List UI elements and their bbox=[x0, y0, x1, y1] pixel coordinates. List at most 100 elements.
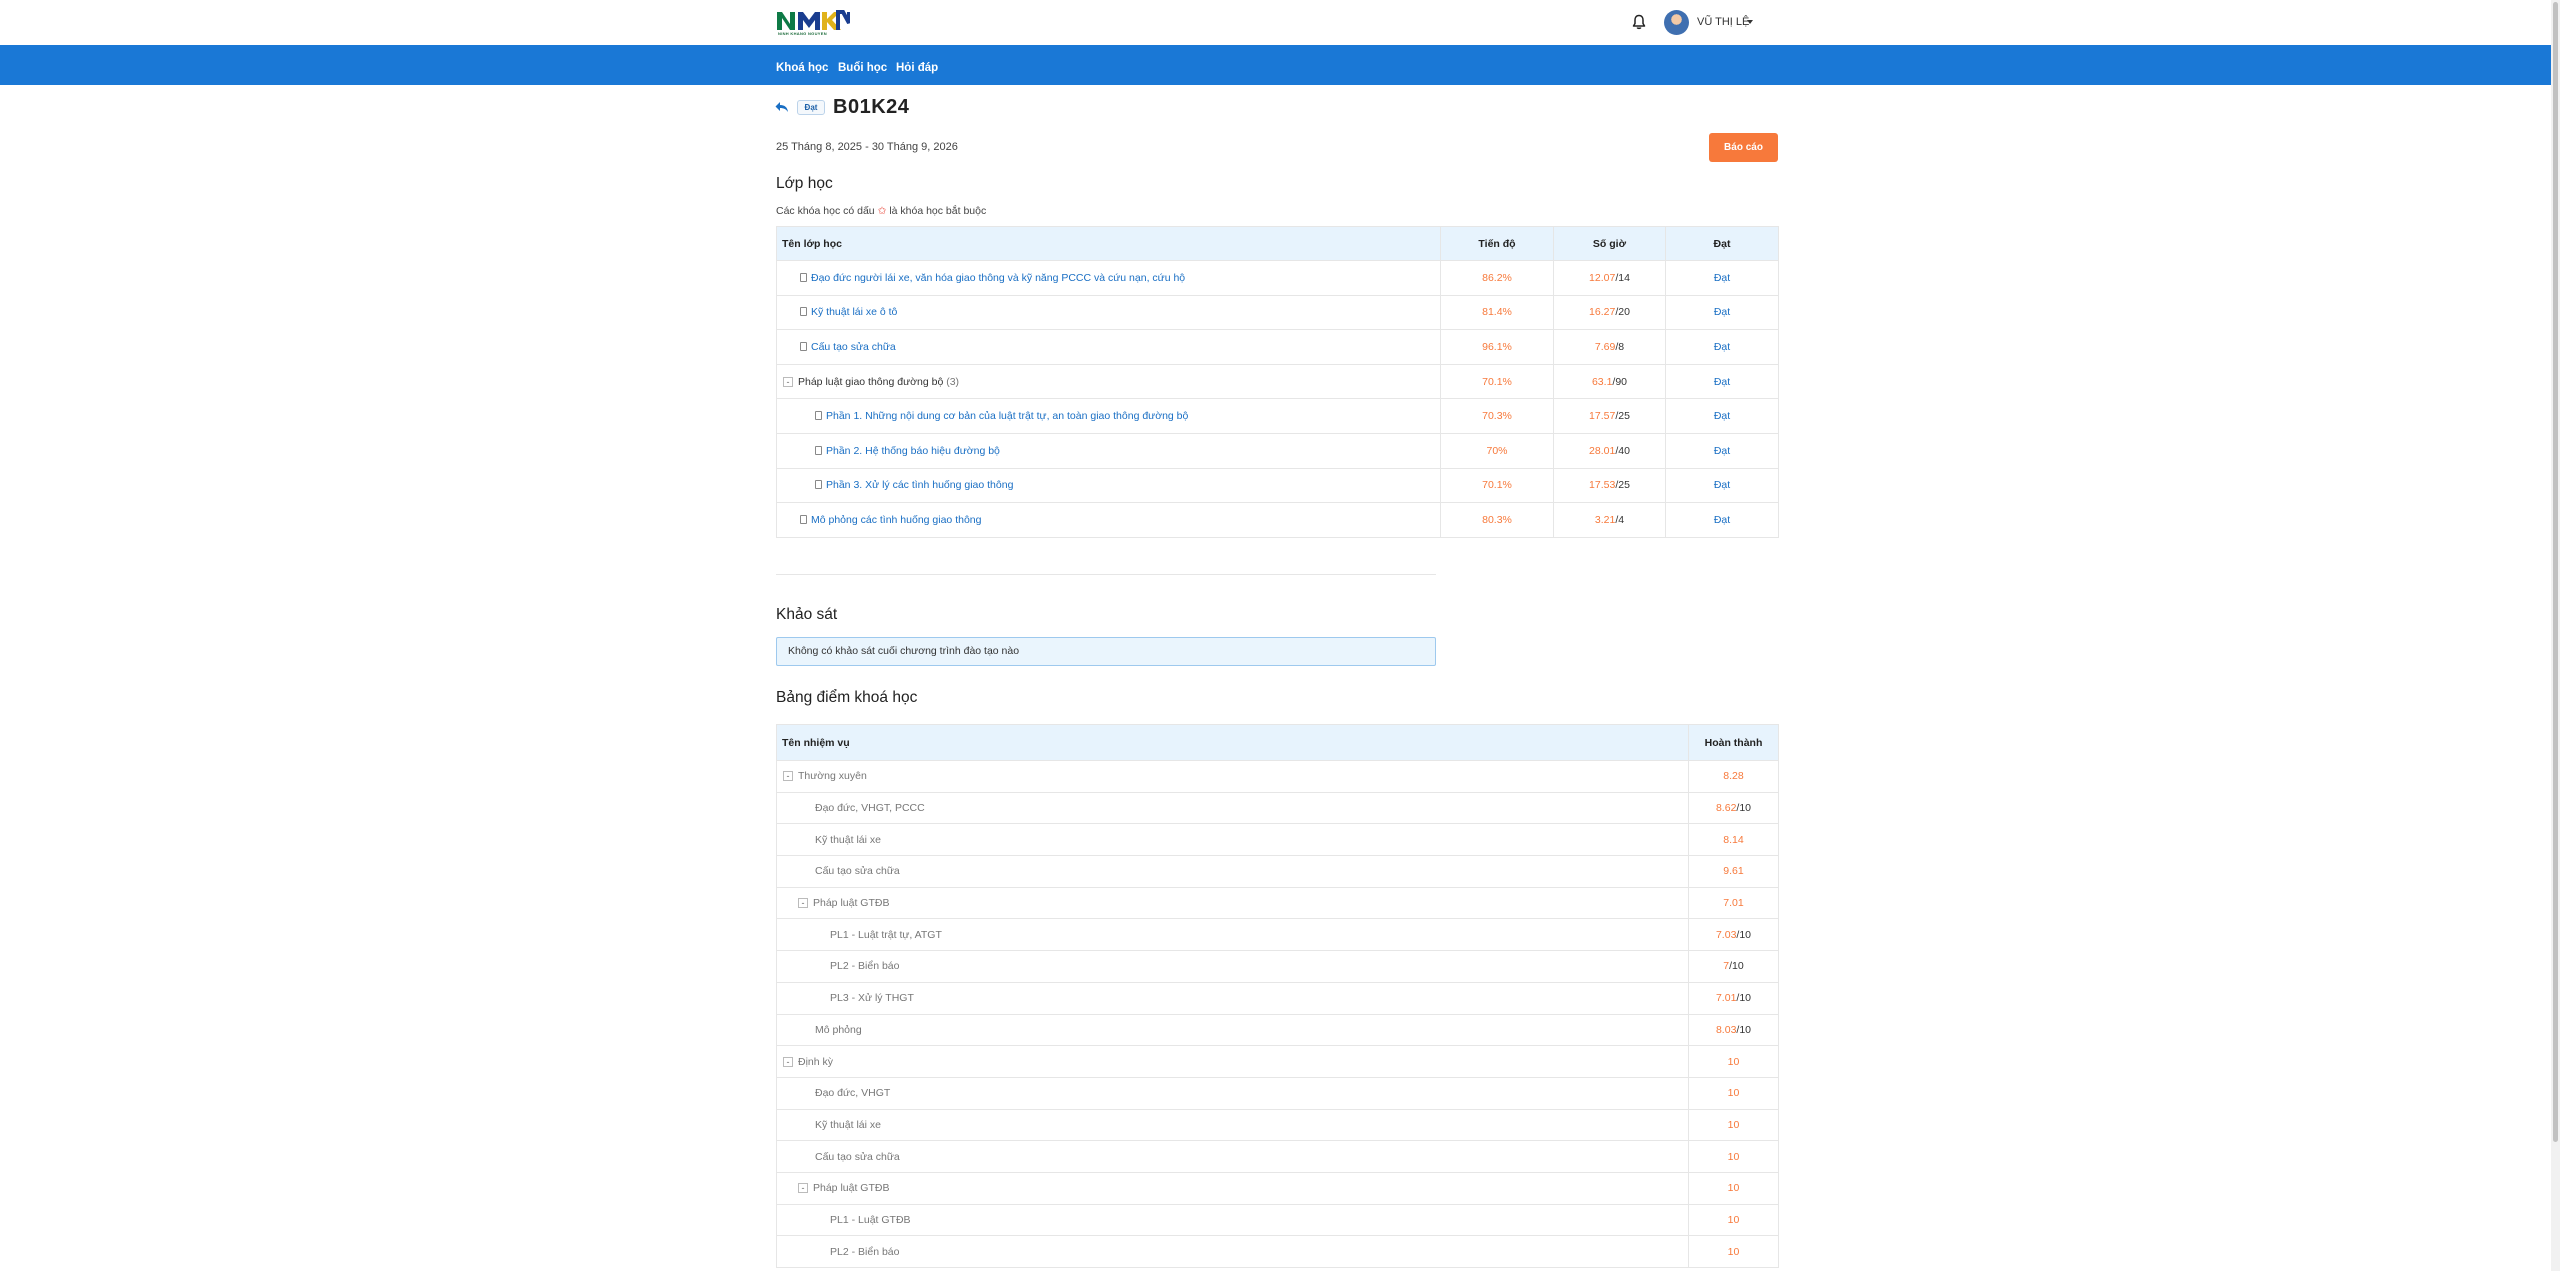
document-icon bbox=[815, 445, 822, 455]
score-total: /10 bbox=[1736, 802, 1752, 815]
document-icon bbox=[800, 272, 807, 282]
table-row: Phần 3. Xử lý các tình huống giao thông … bbox=[776, 467, 1779, 504]
hours-done: 3.21 bbox=[1594, 513, 1616, 526]
table-row: Đạo đức, VHGT 10 bbox=[776, 1076, 1779, 1110]
top-bar bbox=[0, 0, 2560, 45]
result-value: Đạt bbox=[1665, 363, 1779, 400]
progress-value: 70.1% bbox=[1440, 363, 1554, 400]
table-row: PL3 - Xử lý THGT 7.01/10 bbox=[776, 981, 1779, 1015]
hours-total: /25 bbox=[1615, 410, 1630, 423]
progress-value: 80.3% bbox=[1440, 502, 1554, 538]
progress-value: 96.1% bbox=[1440, 329, 1554, 365]
hours-total: /20 bbox=[1615, 306, 1630, 319]
task-name: Đạo đức, VHGT bbox=[815, 1087, 891, 1100]
result-value: Đạt bbox=[1665, 329, 1779, 365]
class-link[interactable]: Mô phỏng các tình huống giao thông bbox=[811, 514, 981, 526]
table-row-group: - Pháp luật giao thông đường bộ (3) 70.1%… bbox=[776, 363, 1779, 400]
task-name: Định kỳ bbox=[798, 1055, 834, 1068]
table-row: Kỹ thuật lái xe 8.14 bbox=[776, 823, 1779, 857]
task-name: Cấu tạo sửa chữa bbox=[815, 865, 900, 878]
table-row-group: - Pháp luật GTĐB 10 bbox=[776, 1171, 1779, 1205]
result-value: Đạt bbox=[1665, 260, 1779, 296]
bell-icon[interactable] bbox=[1630, 13, 1648, 31]
collapse-toggle-icon[interactable]: - bbox=[798, 1183, 808, 1194]
table-row: PL2 - Biển báo 7/10 bbox=[776, 950, 1779, 983]
hours-total: /90 bbox=[1612, 375, 1628, 388]
table-row-group: - Pháp luật GTĐB 7.01 bbox=[776, 886, 1779, 920]
scrollbar-thumb[interactable] bbox=[2553, 2, 2558, 1142]
score-value: 10 bbox=[1727, 1055, 1740, 1068]
task-name: Thường xuyên bbox=[798, 770, 867, 783]
score-value: 10 bbox=[1727, 1245, 1740, 1258]
document-icon bbox=[815, 480, 822, 490]
collapse-toggle-icon[interactable]: - bbox=[783, 1056, 793, 1067]
column-header-task-name: Tên nhiệm vụ bbox=[776, 724, 1689, 761]
column-header-progress: Tiến độ bbox=[1440, 226, 1554, 261]
column-header-class-name: Tên lớp học bbox=[776, 226, 1441, 261]
hours-done: 17.57 bbox=[1589, 410, 1616, 423]
back-icon[interactable] bbox=[774, 99, 790, 115]
progress-value: 81.4% bbox=[1440, 294, 1554, 331]
survey-empty-message: Không có khảo sát cuối chương trình đào … bbox=[776, 637, 1436, 666]
class-link[interactable]: Cấu tạo sửa chữa bbox=[811, 341, 896, 353]
score-total: /10 bbox=[1729, 960, 1744, 973]
task-name: Cấu tạo sửa chữa bbox=[815, 1150, 900, 1163]
score-value: 8.14 bbox=[1723, 833, 1744, 846]
collapse-toggle-icon[interactable]: - bbox=[798, 898, 808, 909]
progress-value: 70.3% bbox=[1440, 398, 1554, 434]
page-title: B01K24 bbox=[833, 96, 910, 118]
hours-done: 16.27 bbox=[1589, 306, 1616, 319]
nav-item-sessions[interactable]: Buổi học bbox=[838, 62, 887, 74]
task-name: Mô phỏng bbox=[815, 1023, 862, 1036]
task-name: Pháp luật GTĐB bbox=[813, 1182, 890, 1195]
document-icon bbox=[800, 307, 807, 317]
class-link[interactable]: Kỹ thuật lái xe ô tô bbox=[811, 306, 897, 318]
table-row: PL1 - Luật trật tự, ATGT 7.03/10 bbox=[776, 918, 1779, 952]
document-icon bbox=[800, 341, 807, 351]
result-value: Đạt bbox=[1665, 294, 1779, 331]
user-name[interactable]: VŨ THỊ LỆ bbox=[1697, 16, 1749, 28]
task-name: Kỹ thuật lái xe bbox=[815, 833, 881, 846]
nav-item-qa[interactable]: Hỏi đáp bbox=[896, 62, 938, 74]
table-header-row: Tên nhiệm vụ Hoàn thành bbox=[776, 724, 1779, 761]
column-header-result: Đạt bbox=[1665, 226, 1779, 261]
table-row: PL2 - Biển báo 10 bbox=[776, 1235, 1779, 1268]
task-name: Kỹ thuật lái xe bbox=[815, 1118, 881, 1131]
class-link[interactable]: Phần 2. Hệ thống báo hiệu đường bộ bbox=[826, 445, 1000, 457]
result-value: Đạt bbox=[1665, 432, 1779, 469]
mandatory-note-text-end: là khóa học bắt buộc bbox=[889, 205, 987, 217]
score-value: 7.03 bbox=[1715, 928, 1737, 941]
score-total: /10 bbox=[1736, 928, 1752, 941]
hours-total: /25 bbox=[1615, 479, 1630, 492]
class-link[interactable]: Phần 3. Xử lý các tình huống giao thông bbox=[826, 479, 1013, 491]
score-value: 10 bbox=[1727, 1118, 1740, 1131]
task-name: PL2 - Biển báo bbox=[830, 1245, 900, 1258]
score-value: 8.28 bbox=[1723, 770, 1744, 783]
document-icon bbox=[800, 514, 807, 524]
table-row: Phần 2. Hệ thống báo hiệu đường bộ 70% 2… bbox=[776, 432, 1779, 469]
report-button[interactable]: Báo cáo bbox=[1709, 133, 1778, 162]
task-name: PL1 - Luật GTĐB bbox=[830, 1213, 911, 1226]
mandatory-note: Các khóa học có dấu ✩ là khóa học bắt bu… bbox=[776, 205, 986, 217]
table-row: Cấu tạo sửa chữa 9.61 bbox=[776, 855, 1779, 888]
class-link[interactable]: Phần 1. Những nội dung cơ bản của luật t… bbox=[826, 410, 1188, 422]
section-divider bbox=[776, 574, 1436, 575]
hours-total: /40 bbox=[1615, 444, 1630, 457]
chevron-down-icon[interactable] bbox=[1747, 20, 1753, 24]
avatar[interactable] bbox=[1664, 10, 1689, 35]
result-value: Đạt bbox=[1665, 502, 1779, 538]
table-row: Cấu tạo sửa chữa 96.1% 7.69/8 Đạt bbox=[776, 329, 1779, 365]
table-row-group: - Định kỳ 10 bbox=[776, 1045, 1779, 1078]
task-name: PL2 - Biển báo bbox=[830, 960, 900, 973]
hours-done: 12.07 bbox=[1589, 271, 1616, 284]
nav-item-courses[interactable]: Khoá học bbox=[776, 62, 828, 74]
score-value: 10 bbox=[1727, 1182, 1740, 1195]
collapse-toggle-icon[interactable]: - bbox=[783, 376, 793, 387]
class-link[interactable]: Đạo đức người lái xe, văn hóa giao thông… bbox=[811, 272, 1185, 284]
score-value: 9.61 bbox=[1723, 865, 1744, 878]
table-row: Cấu tạo sửa chữa 10 bbox=[776, 1140, 1779, 1173]
group-count: (3) bbox=[946, 375, 960, 388]
collapse-toggle-icon[interactable]: - bbox=[783, 771, 793, 782]
table-row: Đạo đức người lái xe, văn hóa giao thông… bbox=[776, 260, 1779, 296]
hours-done: 7.69 bbox=[1594, 340, 1616, 353]
